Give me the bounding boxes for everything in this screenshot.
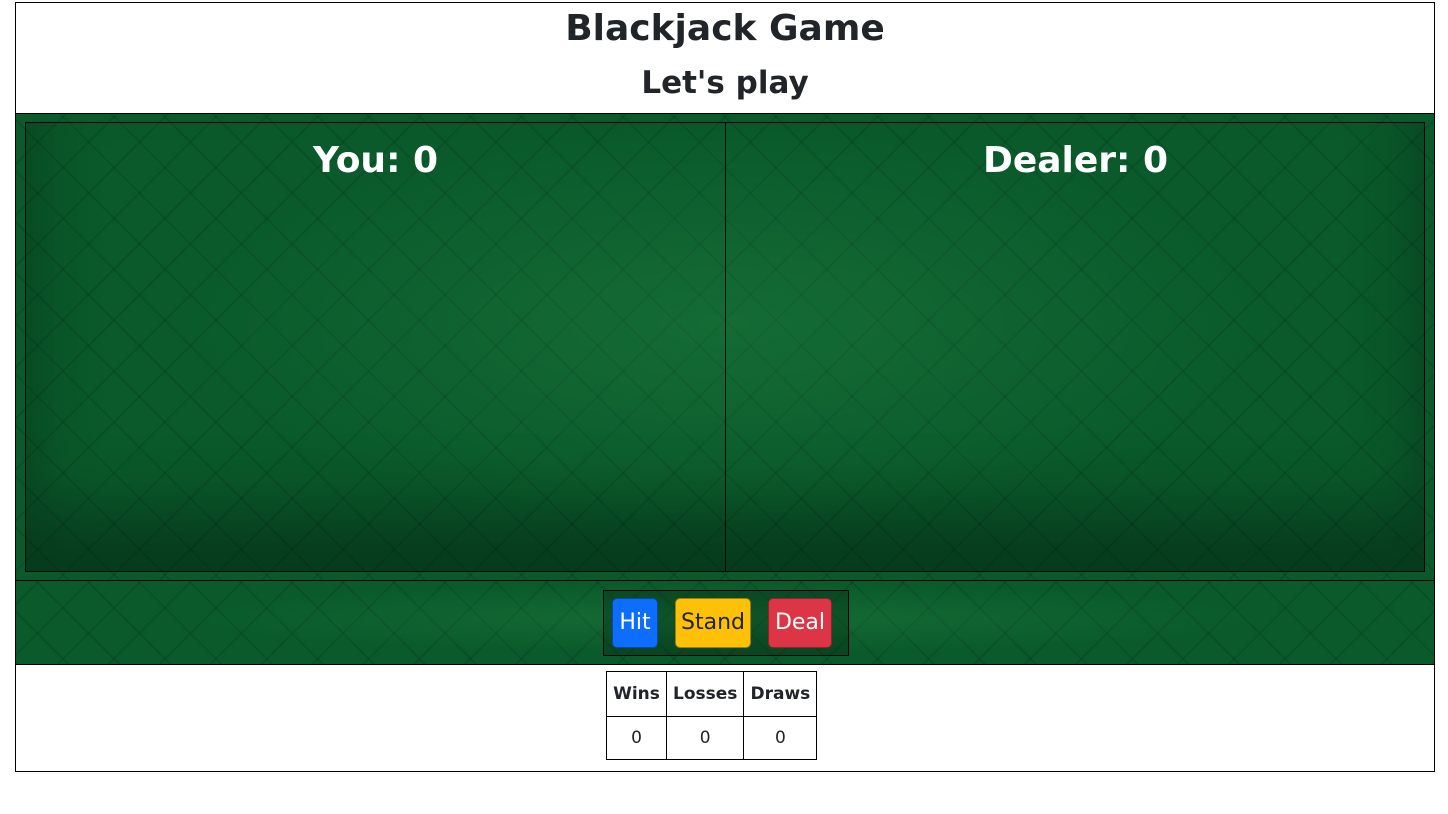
losses-header: Losses xyxy=(665,671,745,717)
player-hand-area: You: 0 xyxy=(26,123,726,571)
results-value-row: 0 0 0 xyxy=(606,716,818,760)
deal-button[interactable]: Deal xyxy=(768,598,832,648)
wins-count: 0 xyxy=(606,716,667,760)
action-button-group: Hit Stand Deal xyxy=(603,590,849,656)
wins-header: Wins xyxy=(606,671,667,717)
player-score: You: 0 xyxy=(312,140,439,181)
controls-bar: Hit Stand Deal xyxy=(16,581,1434,665)
game-container: Blackjack Game Let's play You: 0 Dealer:… xyxy=(15,2,1435,772)
hit-button[interactable]: Hit xyxy=(612,598,658,648)
draws-header: Draws xyxy=(743,671,818,717)
dealer-score: Dealer: 0 xyxy=(982,140,1169,181)
page-header: Blackjack Game Let's play xyxy=(16,3,1434,113)
hands-box: You: 0 Dealer: 0 xyxy=(25,122,1425,572)
card-table: You: 0 Dealer: 0 xyxy=(16,113,1434,581)
draws-count: 0 xyxy=(743,716,818,760)
dealer-hand-area: Dealer: 0 xyxy=(726,123,1425,571)
page-subtitle: Let's play xyxy=(641,65,809,101)
results-header-row: Wins Losses Draws xyxy=(606,671,818,717)
stand-button[interactable]: Stand xyxy=(675,598,751,648)
page-title: Blackjack Game xyxy=(565,8,885,49)
results-table: Wins Losses Draws 0 0 0 xyxy=(606,671,818,760)
losses-count: 0 xyxy=(665,716,745,760)
